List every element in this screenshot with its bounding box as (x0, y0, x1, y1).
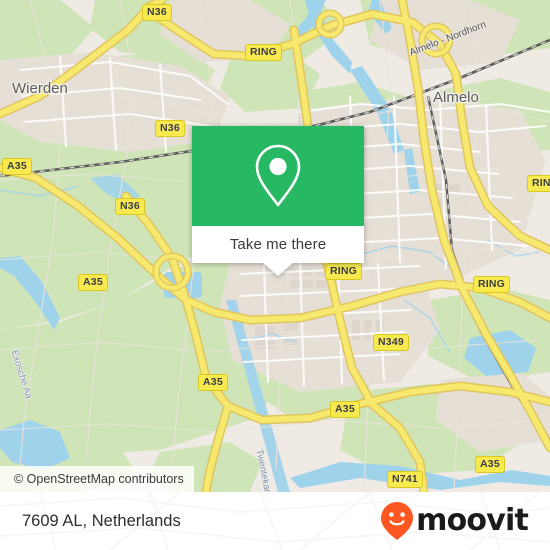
destination-callout[interactable]: Take me there (192, 126, 364, 276)
callout-icon-panel (192, 126, 364, 226)
footer-bar: 7609 AL, Netherlands moovit (0, 492, 550, 550)
road-shield: A35 (330, 401, 360, 418)
road-shield: A35 (78, 274, 108, 291)
road-shield: RING (473, 276, 511, 293)
road-shield: N741 (387, 471, 423, 488)
road-shield: RING (245, 44, 283, 61)
road-shield: A35 (198, 374, 228, 391)
map-place-label: Almelo (433, 89, 479, 106)
road-shield: N36 (142, 4, 172, 21)
take-me-there-label: Take me there (229, 236, 327, 253)
callout-action-panel[interactable]: Take me there (192, 226, 364, 263)
moovit-logo[interactable]: moovit (379, 501, 529, 541)
map-pin-icon (255, 144, 301, 207)
osm-attribution[interactable]: © OpenStreetMap contributors (0, 466, 194, 492)
location-title: 7609 AL, Netherlands (22, 511, 181, 530)
osm-attribution-text: © OpenStreetMap contributors (14, 472, 184, 486)
road-shield: RING (527, 175, 550, 192)
road-shield: N349 (373, 334, 409, 351)
road-shield: A35 (2, 158, 32, 175)
map-place-label: Wierden (12, 80, 68, 97)
moovit-smiley-pin-icon (381, 502, 414, 540)
callout-pointer (263, 263, 293, 276)
moovit-map-screen: .g { fill:#cfe5b8; } .u { fill:#e6dfd6; … (0, 0, 550, 550)
road-shield: N36 (155, 120, 185, 137)
road-shield: N36 (115, 198, 145, 215)
road-shield: A35 (475, 456, 505, 473)
moovit-wordmark: moovit (416, 503, 529, 538)
